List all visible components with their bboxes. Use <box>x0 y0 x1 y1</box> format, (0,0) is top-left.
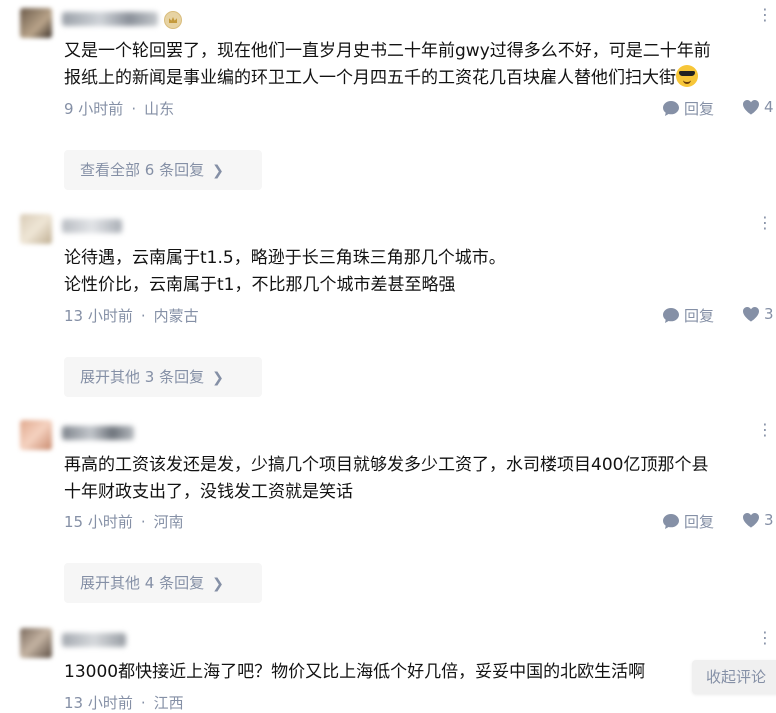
like-count: 3 <box>764 305 774 323</box>
comment-meta: 15 小时前 · 河南 <box>64 513 184 531</box>
username[interactable] <box>62 426 134 440</box>
like-button[interactable]: 3 <box>742 511 774 529</box>
chevron-right-icon: ❯ <box>212 163 224 179</box>
expand-replies-button[interactable]: 展开其他 4 条回复 ❯ <box>64 563 262 603</box>
heart-icon <box>743 513 759 528</box>
expand-label: 展开其他 3 条回复 <box>80 368 205 386</box>
comment-text-line: 再高的工资该发还是发，少搞几个项目就够发多少工资了，水司楼项目400亿顶那个县 <box>64 455 709 475</box>
sunglasses-emoji-icon <box>676 65 698 87</box>
expand-replies-button[interactable]: 展开其他 3 条回复 ❯ <box>64 357 262 397</box>
avatar[interactable] <box>20 8 52 38</box>
more-dots-icon[interactable]: ⋮ <box>757 215 774 231</box>
more-dots-icon[interactable]: ⋮ <box>757 7 774 23</box>
avatar[interactable] <box>20 420 52 450</box>
heart-icon <box>743 100 759 115</box>
comment-bubble-icon <box>663 308 679 323</box>
comment-meta: 13 小时前 · 江西 <box>64 694 184 712</box>
comment-bubble-icon <box>663 101 679 116</box>
like-button[interactable]: 4 <box>742 98 774 116</box>
heart-icon <box>743 307 759 322</box>
comment-text-line: 十年财政支出了，没钱发工资就是笑话 <box>64 482 353 502</box>
reply-label: 回复 <box>684 100 715 118</box>
comment-text-line: 论待遇，云南属于t1.5，略逊于长三角珠三角那几个城市。 <box>64 248 506 268</box>
comment-bubble-icon <box>663 514 679 529</box>
comment-time: 15 小时前 <box>64 513 133 531</box>
comment-meta: 9 小时前 · 山东 <box>64 100 175 118</box>
comment-text-line: 报纸上的新闻是事业编的环卫工人一个月四五千的工资花几百块雇人替他们扫大街 <box>64 65 698 91</box>
reply-button[interactable]: 回复 <box>662 511 714 532</box>
comment-location: 内蒙古 <box>153 307 199 325</box>
reply-label: 回复 <box>684 513 715 531</box>
like-count: 3 <box>764 511 774 529</box>
username[interactable] <box>62 633 126 647</box>
comment-text-line: 13000都快接近上海了吧？物价又比上海低个好几倍，妥妥中国的北欧生活啊 <box>64 662 646 682</box>
reply-button[interactable]: 回复 <box>662 98 714 119</box>
username[interactable] <box>62 12 158 26</box>
reply-button[interactable]: 回复 <box>662 305 714 326</box>
comment-time: 13 小时前 <box>64 307 133 325</box>
comment-text-line: 论性价比，云南属于t1，不比那几个城市差甚至略强 <box>64 275 456 295</box>
crown-badge-icon <box>164 11 182 29</box>
comment-text-line: 又是一个轮回罢了，现在他们一直岁月史书二十年前gwy过得多么不好，可是二十年前 <box>64 41 711 61</box>
comment-location: 河南 <box>153 513 184 531</box>
collapse-comments-button[interactable]: 收起评论 <box>692 660 776 694</box>
like-count: 4 <box>764 98 774 116</box>
like-button[interactable]: 3 <box>742 305 774 323</box>
avatar[interactable] <box>20 214 52 244</box>
chevron-right-icon: ❯ <box>212 576 224 592</box>
expand-label: 展开其他 4 条回复 <box>80 574 205 592</box>
view-all-replies-button[interactable]: 查看全部 6 条回复 ❯ <box>64 150 262 190</box>
expand-label: 查看全部 6 条回复 <box>80 161 205 179</box>
comment-meta: 13 小时前 · 内蒙古 <box>64 307 199 325</box>
username[interactable] <box>62 219 122 233</box>
comment-time: 13 小时前 <box>64 694 133 712</box>
more-dots-icon[interactable]: ⋮ <box>757 422 774 438</box>
chevron-right-icon: ❯ <box>212 370 224 386</box>
comment-location: 山东 <box>144 100 175 118</box>
comment-time: 9 小时前 <box>64 100 124 118</box>
comment-location: 江西 <box>153 694 184 712</box>
reply-label: 回复 <box>684 307 715 325</box>
avatar[interactable] <box>20 628 52 658</box>
more-dots-icon[interactable]: ⋮ <box>757 630 774 646</box>
